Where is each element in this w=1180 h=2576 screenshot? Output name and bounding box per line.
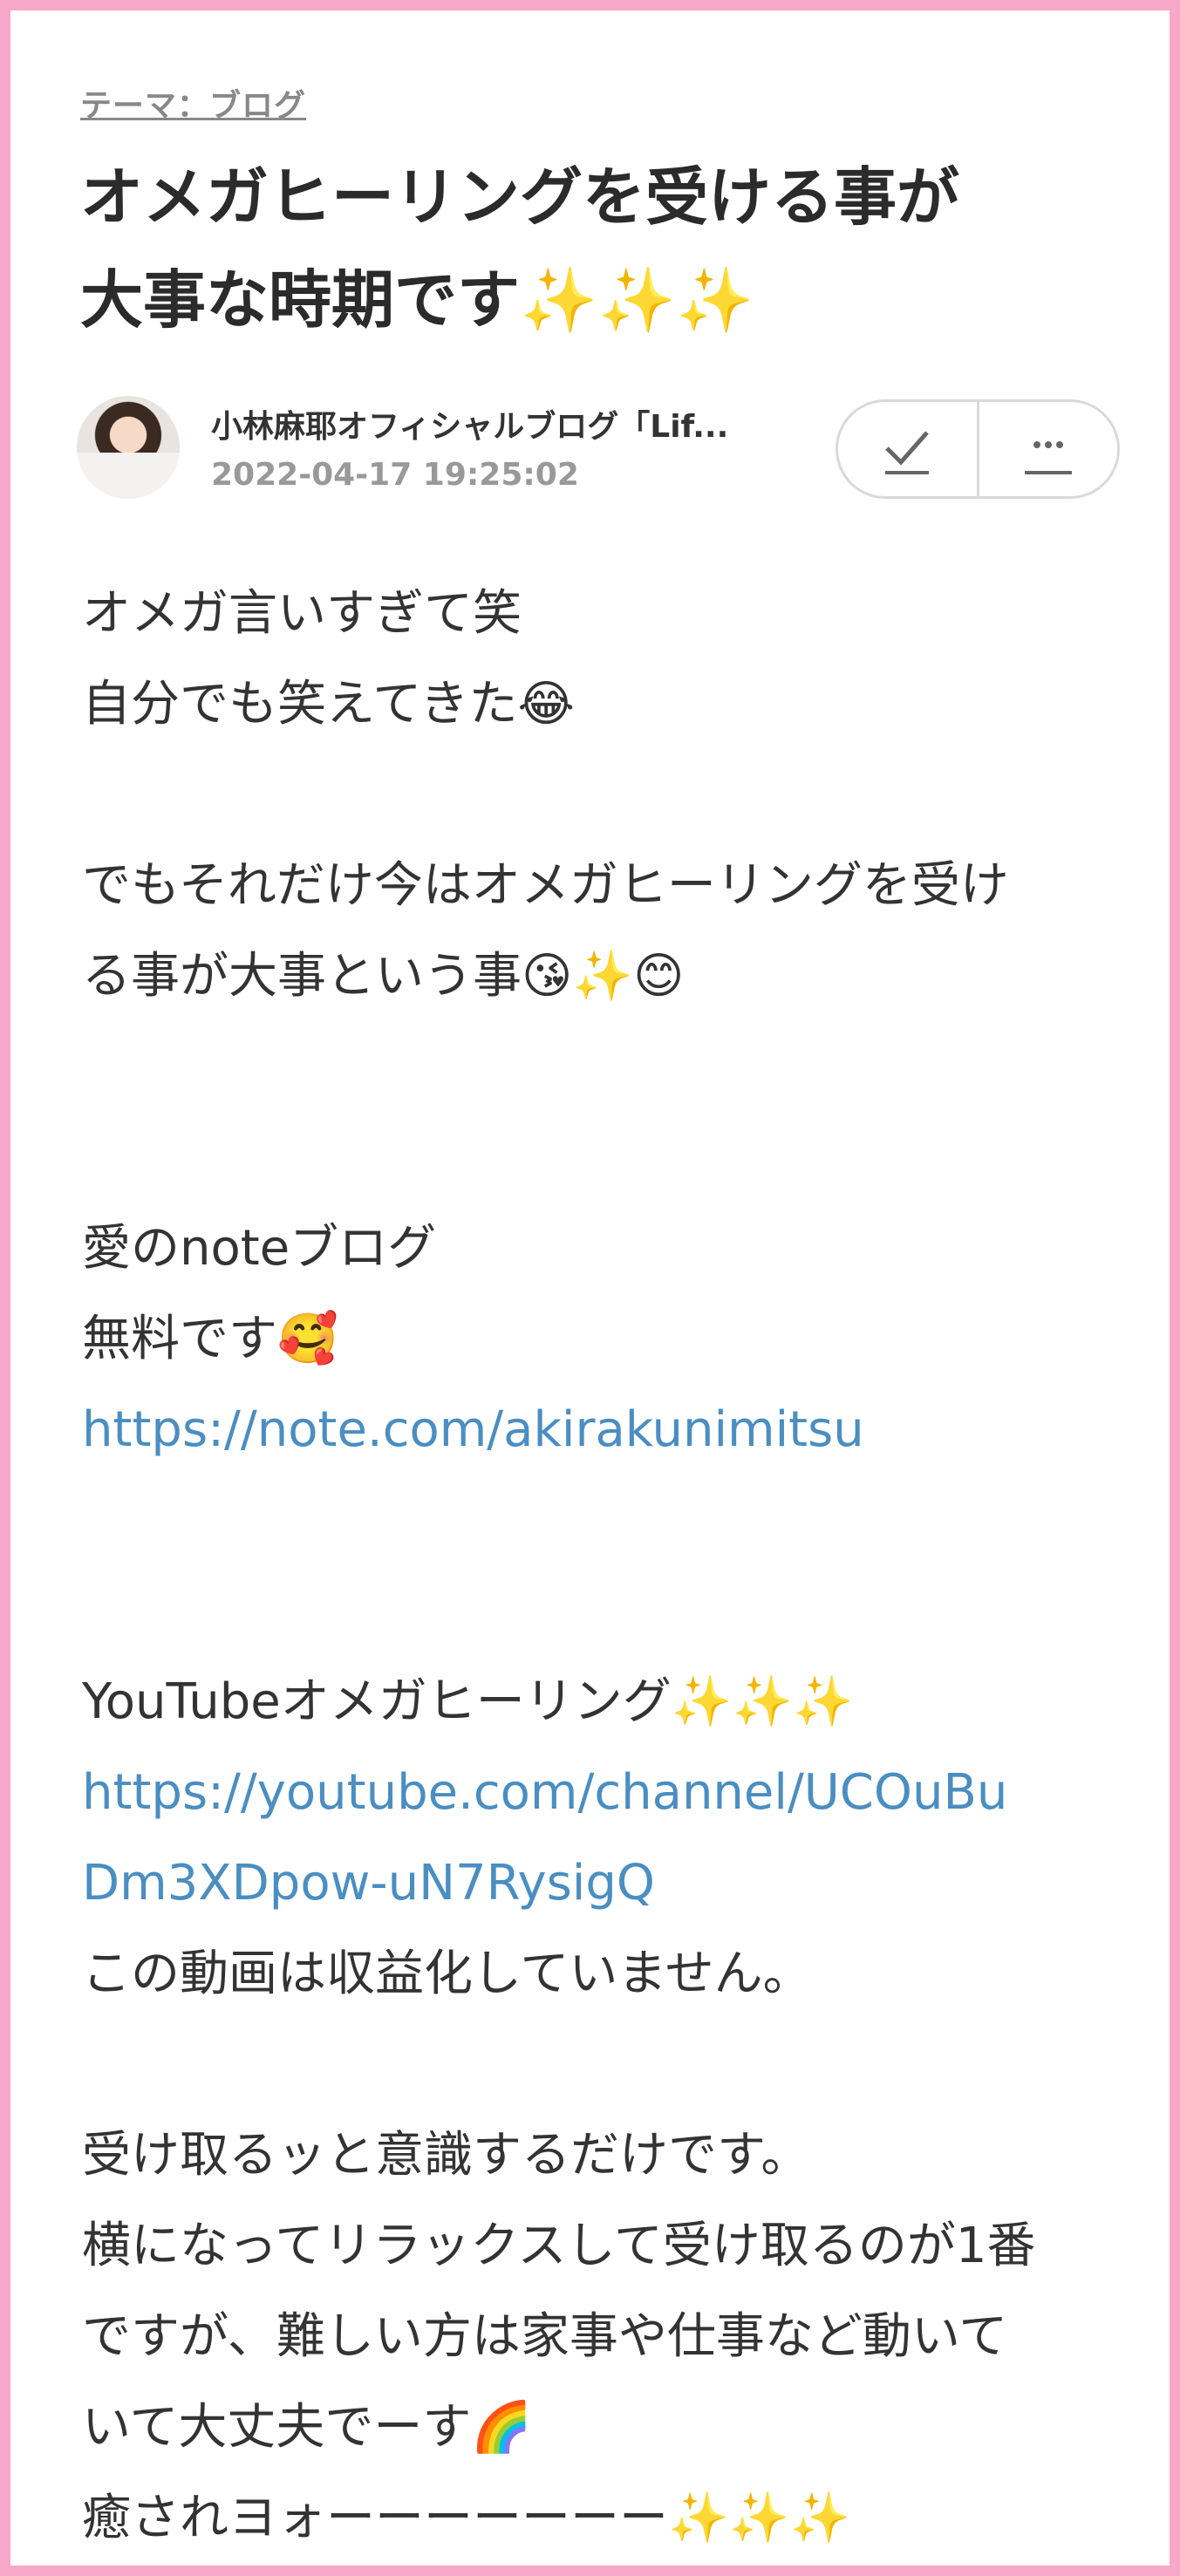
body-line: YouTubeオメガヒーリング✨✨✨ xyxy=(82,1673,854,1730)
body-line: 横になってリラックスして受け取るのが1番 xyxy=(82,2218,1036,2274)
body-line: ですが、難しい方は家事や仕事など動いて xyxy=(82,2308,1008,2365)
avatar[interactable] xyxy=(77,396,180,499)
article-title: オメガヒーリングを受ける事が 大事な時期です✨✨✨ xyxy=(80,146,1109,351)
note-link[interactable]: https://note.com/akirakunimitsu xyxy=(82,1385,1129,1475)
blog-name-link[interactable]: 小林麻耶オフィシャルブログ「Lif... xyxy=(211,401,787,446)
title-line-2: 大事な時期です✨✨✨ xyxy=(80,263,754,337)
page-frame: テーマ：ブログ オメガヒーリングを受ける事が 大事な時期です✨✨✨ 小林麻耶オフ… xyxy=(0,0,1180,2576)
body-line: 癒されヨォーーーーーーー✨✨✨ xyxy=(82,2490,851,2546)
action-buttons xyxy=(836,399,1120,499)
check-icon xyxy=(885,431,930,474)
youtube-link-part2[interactable]: Dm3XDpow-uN7RysigQ xyxy=(82,1838,1129,1929)
body-line: でもそれだけ今はオメガヒーリングを受け xyxy=(82,857,1009,914)
more-icon xyxy=(1024,441,1072,474)
avatar-dress xyxy=(77,452,180,499)
article-body: オメガ言いすぎて笑 自分でも笑えてきた😂 でもそれだけ今はオメガヒーリングを受け… xyxy=(82,569,1129,2564)
body-line: 自分でも笑えてきた😂 xyxy=(82,676,575,733)
title-line-1: オメガヒーリングを受ける事が xyxy=(80,160,960,234)
body-line: 受け取るッと意識するだけです。 xyxy=(82,2127,810,2184)
more-button[interactable] xyxy=(976,402,1118,496)
check-button[interactable] xyxy=(838,402,977,496)
body-line: いて大丈夫でーす🌈 xyxy=(82,2399,533,2456)
body-line: オメガ言いすぎて笑 xyxy=(82,585,522,642)
youtube-link-part1[interactable]: https://youtube.com/channel/UCOuBu xyxy=(82,1748,1129,1838)
body-line: この動画は収益化していません。 xyxy=(82,1946,812,2002)
body-line: 無料です🥰 xyxy=(82,1311,338,1367)
theme-link[interactable]: テーマ：ブログ xyxy=(80,80,306,126)
body-line: る事が大事という事😘✨😊 xyxy=(82,948,685,1005)
body-line: 愛のnoteブログ xyxy=(82,1220,437,1277)
post-datetime: 2022-04-17 19:25:02 xyxy=(211,457,579,493)
